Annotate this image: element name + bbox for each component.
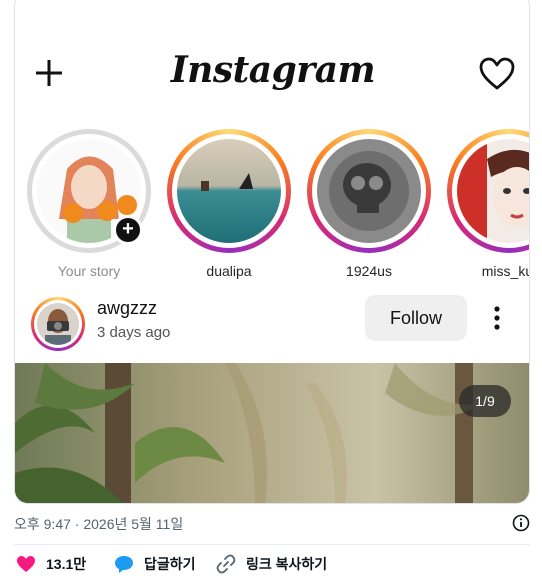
tweet-actions: 13.1만 답글하기 링크 복사하기 <box>14 552 530 578</box>
image-counter: 1/9 <box>459 385 511 417</box>
post-image[interactable]: 1/9 <box>15 363 529 503</box>
story-label: Your story <box>57 263 121 279</box>
story-1924us[interactable]: 1924us <box>307 129 431 279</box>
jungle-photo <box>15 363 529 503</box>
reply-button[interactable]: 답글하기 <box>114 552 196 576</box>
heart-filled-icon <box>17 556 35 572</box>
copy-link-label: 링크 복사하기 <box>246 556 328 572</box>
miss-kul-avatar <box>457 139 529 243</box>
story-label: dualipa <box>206 263 252 279</box>
instagram-logo[interactable]: Instagram <box>15 49 529 91</box>
dualipa-avatar <box>177 139 281 243</box>
story-ring <box>447 129 529 253</box>
post-time: 3 days ago <box>97 324 171 341</box>
follow-button[interactable]: Follow <box>365 295 467 341</box>
reply-bubble-icon <box>115 556 133 573</box>
instagram-topbar: Instagram <box>15 43 529 99</box>
stories-tray: + Your story dualipa 1924us miss_k <box>15 129 529 279</box>
divider <box>14 544 530 545</box>
story-your-story[interactable]: + Your story <box>27 129 151 279</box>
story-ring <box>167 129 291 253</box>
post-avatar-photo <box>37 303 79 345</box>
add-story-plus-icon[interactable]: + <box>113 215 143 245</box>
like-count: 13.1만 <box>46 556 87 572</box>
like-button[interactable]: 13.1만 <box>16 552 86 576</box>
tweet-timestamp[interactable]: 오후 9:47 · 2026년 5월 11일 <box>14 514 183 534</box>
instagram-embed-card: Instagram + Your story dualipa 1924us mi… <box>14 0 530 504</box>
reply-label: 답글하기 <box>144 556 196 572</box>
info-icon[interactable] <box>512 514 530 532</box>
story-dualipa[interactable]: dualipa <box>167 129 291 279</box>
heart-icon[interactable] <box>479 57 515 91</box>
1924us-avatar <box>317 139 421 243</box>
more-options-icon[interactable] <box>487 303 507 333</box>
story-miss-kul[interactable]: miss_kul <box>447 129 529 279</box>
link-icon <box>216 554 236 574</box>
post-username[interactable]: awgzzz <box>97 298 157 319</box>
copy-link-button[interactable]: 링크 복사하기 <box>216 552 327 576</box>
tweet-meta: 오후 9:47 · 2026년 5월 11일 <box>14 512 530 536</box>
post-header: awgzzz 3 days ago Follow <box>15 293 529 353</box>
post-author-avatar[interactable] <box>31 297 85 351</box>
story-label: 1924us <box>346 263 392 279</box>
story-label: miss_kul <box>481 263 529 279</box>
story-ring <box>307 129 431 253</box>
